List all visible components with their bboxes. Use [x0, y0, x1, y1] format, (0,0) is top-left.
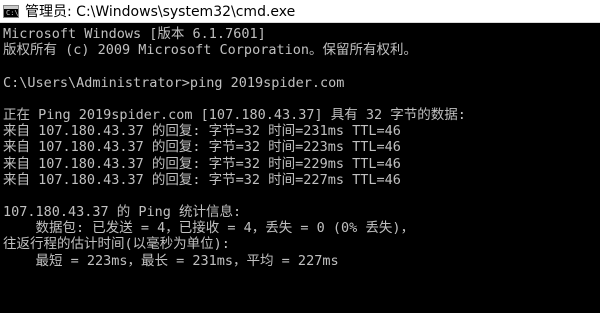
console-output[interactable]: Microsoft Windows [版本 6.1.7601] 版权所有 (c)…: [0, 23, 600, 313]
icon-prompt-glyph: C:\: [6, 8, 19, 17]
cmd-window: C:\ 管理员: C:\Windows\system32\cmd.exe Mic…: [0, 0, 600, 313]
console-line: 往返行程的估计时间(以毫秒为单位):: [3, 236, 230, 253]
console-line: 107.180.43.37 的 Ping 统计信息:: [3, 204, 242, 221]
console-line: 数据包: 已发送 = 4，已接收 = 4，丢失 = 0 (0% 丢失)，: [3, 220, 415, 237]
console-line: 版权所有 (c) 2009 Microsoft Corporation。保留所有…: [3, 42, 417, 59]
console-line: 来自 107.180.43.37 的回复: 字节=32 时间=229ms TTL…: [3, 155, 401, 172]
window-title: 管理员: C:\Windows\system32\cmd.exe: [25, 4, 296, 20]
title-bar[interactable]: C:\ 管理员: C:\Windows\system32\cmd.exe: [0, 0, 600, 23]
console-line: 最短 = 223ms，最长 = 231ms，平均 = 227ms: [3, 252, 339, 269]
console-line: 来自 107.180.43.37 的回复: 字节=32 时间=223ms TTL…: [3, 139, 401, 156]
console-line: 来自 107.180.43.37 的回复: 字节=32 时间=231ms TTL…: [3, 123, 401, 140]
console-line: 来自 107.180.43.37 的回复: 字节=32 时间=227ms TTL…: [3, 171, 401, 188]
console-line: Microsoft Windows [版本 6.1.7601]: [3, 26, 266, 42]
console-line: C:\Users\Administrator>ping 2019spider.c…: [3, 74, 345, 91]
cmd-console-icon[interactable]: C:\: [3, 4, 19, 18]
console-line: 正在 Ping 2019spider.com [107.180.43.37] 具…: [3, 106, 466, 123]
